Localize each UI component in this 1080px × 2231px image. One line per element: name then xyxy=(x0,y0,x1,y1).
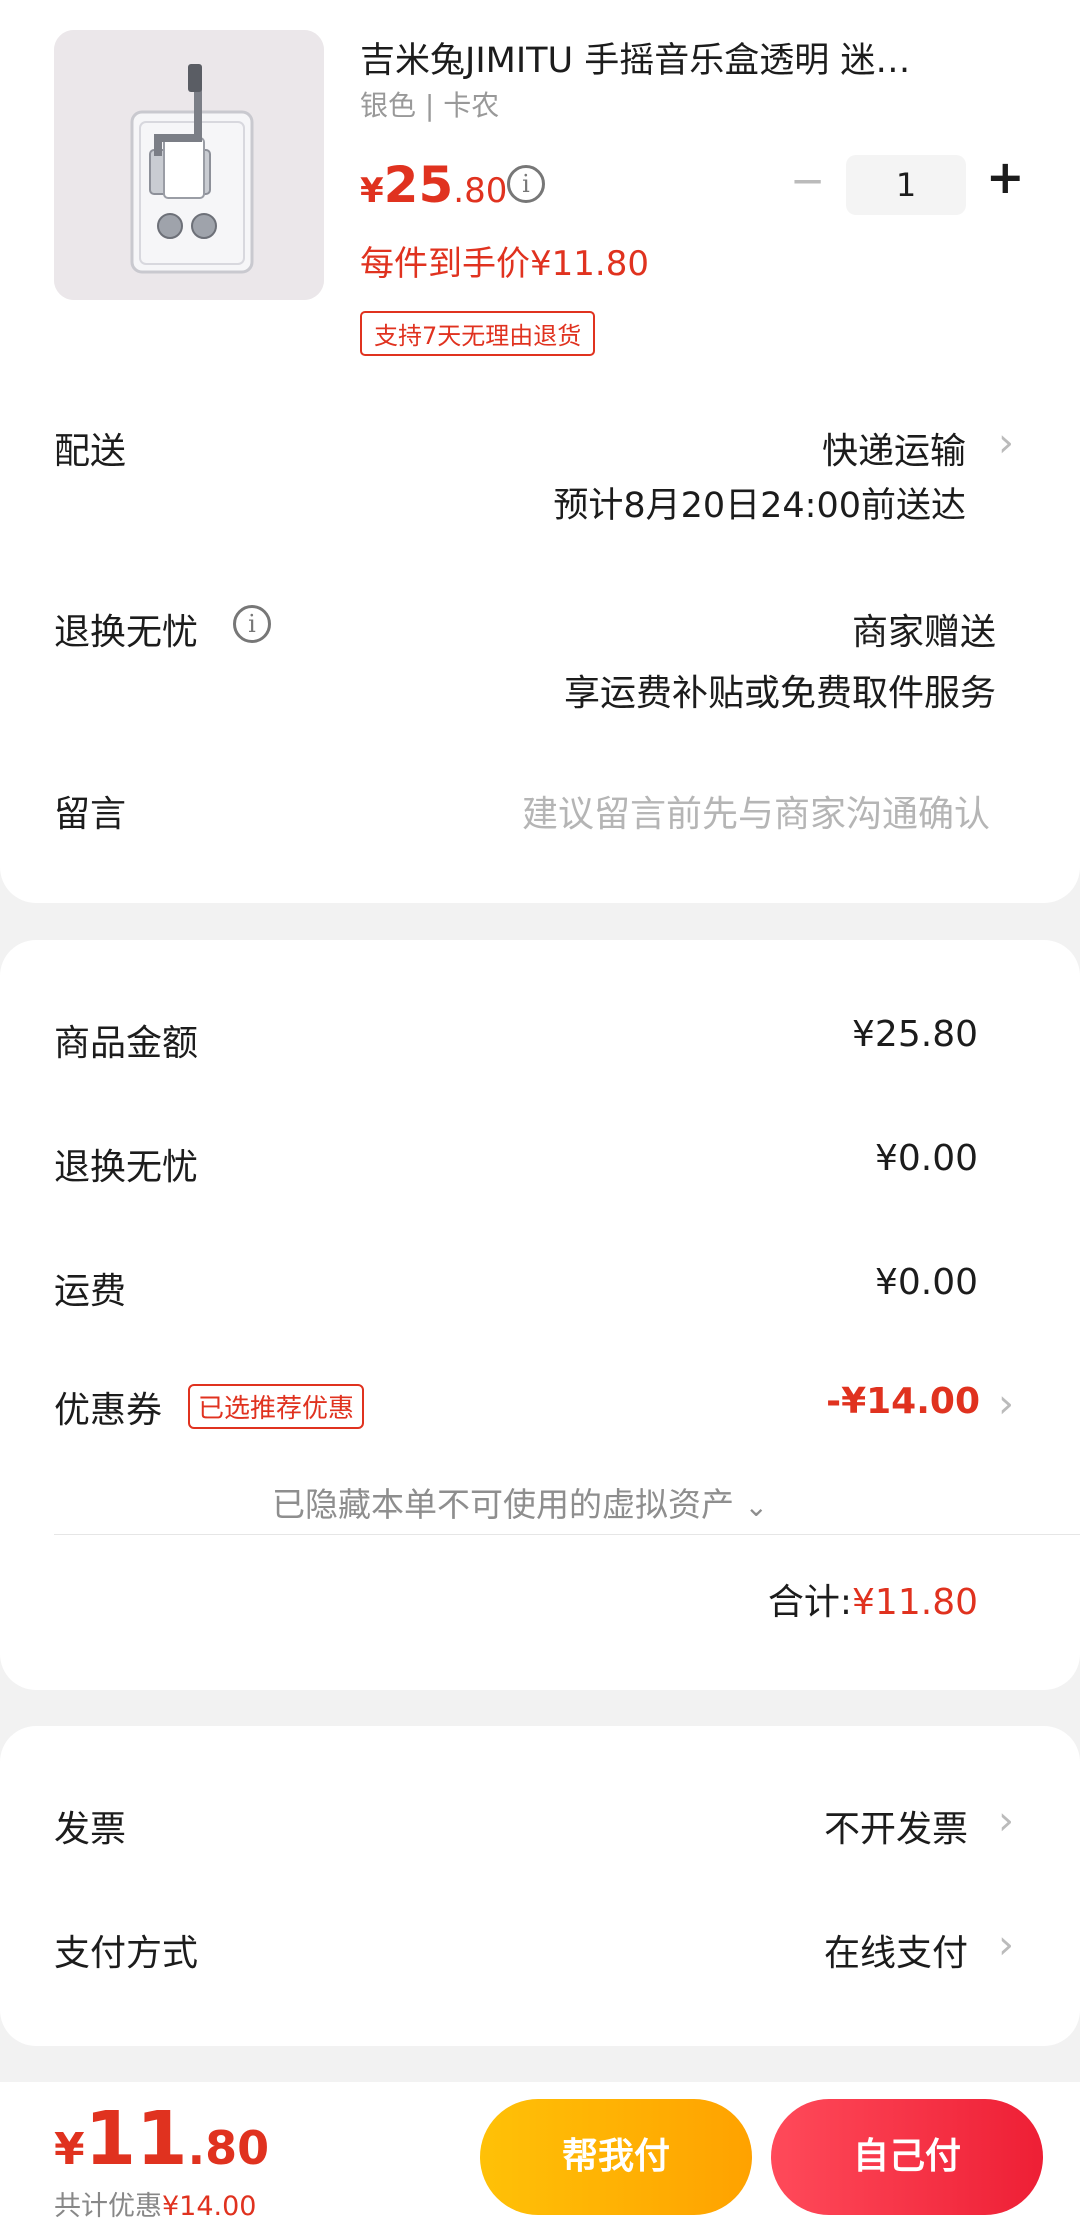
divider xyxy=(54,1534,1080,1535)
quantity-increment-button[interactable]: + xyxy=(986,150,1025,204)
info-icon[interactable]: i xyxy=(507,165,545,203)
chevron-right-icon[interactable]: › xyxy=(998,1922,1014,1968)
hidden-assets-label: 已隐藏本单不可使用的虚拟资产 xyxy=(272,1485,734,1524)
delivery-method[interactable]: 快递运输 xyxy=(822,422,966,474)
coupon-badge[interactable]: 已选推荐优惠 xyxy=(188,1384,365,1429)
message-label: 留言 xyxy=(54,794,127,835)
worry-free-fee-label: 退换无忧 xyxy=(54,1147,199,1188)
total-discount-label: 共计优惠 xyxy=(54,2191,162,2222)
payment-method-label: 支付方式 xyxy=(54,1933,199,1974)
coupon-label: 优惠券 xyxy=(54,1390,163,1431)
worry-free-desc: 享运费补贴或免费取件服务 xyxy=(563,673,996,714)
order-total: 合计:¥11.80 xyxy=(768,1573,978,1625)
total-label: 合计: xyxy=(767,1582,853,1623)
chevron-right-icon[interactable]: › xyxy=(998,1381,1014,1427)
info-icon[interactable]: i xyxy=(233,605,271,643)
price-integer: 25 xyxy=(383,156,454,214)
checkout-decimal: .80 xyxy=(187,2121,270,2175)
checkout-currency: ¥ xyxy=(54,2124,85,2175)
worry-free-label: 退换无忧 xyxy=(54,612,199,653)
checkout-total: ¥11.80 xyxy=(54,2096,269,2182)
worry-free-fee-value: ¥0.00 xyxy=(874,1138,978,1179)
quantity-value[interactable]: 1 xyxy=(846,155,966,215)
shipping-value: ¥0.00 xyxy=(874,1262,978,1303)
chevron-down-icon: ⌄ xyxy=(744,1490,768,1523)
price-currency: ¥ xyxy=(360,171,384,211)
total-discount: 共计优惠¥14.00 xyxy=(54,2184,256,2223)
invoice-payment-card xyxy=(0,1726,1080,2046)
total-discount-value: ¥14.00 xyxy=(162,2191,257,2222)
quantity-decrement-button[interactable]: − xyxy=(790,156,825,205)
goods-amount-value: ¥25.80 xyxy=(852,1014,978,1055)
payment-method-value[interactable]: 在线支付 xyxy=(824,1924,968,1976)
price-decimal: .80 xyxy=(453,171,508,211)
product-title[interactable]: 吉米兔JIMITU 手摇音乐盒透明 迷… xyxy=(360,32,1000,83)
checkout-integer: 11 xyxy=(84,2096,188,2182)
return-policy-badge: 支持7天无理由退货 xyxy=(360,311,596,356)
hidden-assets-toggle[interactable]: 已隐藏本单不可使用的虚拟资产 ⌄ xyxy=(272,1478,768,1526)
product-spec[interactable]: 银色 | 卡农 xyxy=(360,84,499,124)
coupon-value[interactable]: -¥14.00 xyxy=(826,1381,980,1422)
delivery-label: 配送 xyxy=(54,431,127,472)
worry-free-value: 商家赠送 xyxy=(851,612,996,653)
total-value: ¥11.80 xyxy=(852,1582,978,1623)
product-thumbnail[interactable] xyxy=(54,30,324,300)
shipping-label: 运费 xyxy=(54,1271,127,1312)
invoice-label: 发票 xyxy=(54,1809,127,1850)
deal-price: 每件到手价¥11.80 xyxy=(360,244,649,284)
invoice-value[interactable]: 不开发票 xyxy=(824,1800,968,1852)
chevron-right-icon[interactable]: › xyxy=(998,420,1014,466)
product-price: ¥25.80 xyxy=(360,156,507,214)
order-item-card: 吉米兔JIMITU 手摇音乐盒透明 迷… 银色 | 卡农 ¥25.80 i − … xyxy=(0,0,1080,903)
chevron-right-icon[interactable]: › xyxy=(998,1798,1014,1844)
delivery-eta: 预计8月20日24:00前送达 xyxy=(553,486,966,526)
self-pay-button[interactable]: 自己付 xyxy=(771,2099,1043,2215)
goods-amount-label: 商品金额 xyxy=(54,1023,199,1064)
help-pay-button[interactable]: 帮我付 xyxy=(480,2099,752,2215)
message-input[interactable]: 建议留言前先与商家沟通确认 xyxy=(522,785,990,837)
